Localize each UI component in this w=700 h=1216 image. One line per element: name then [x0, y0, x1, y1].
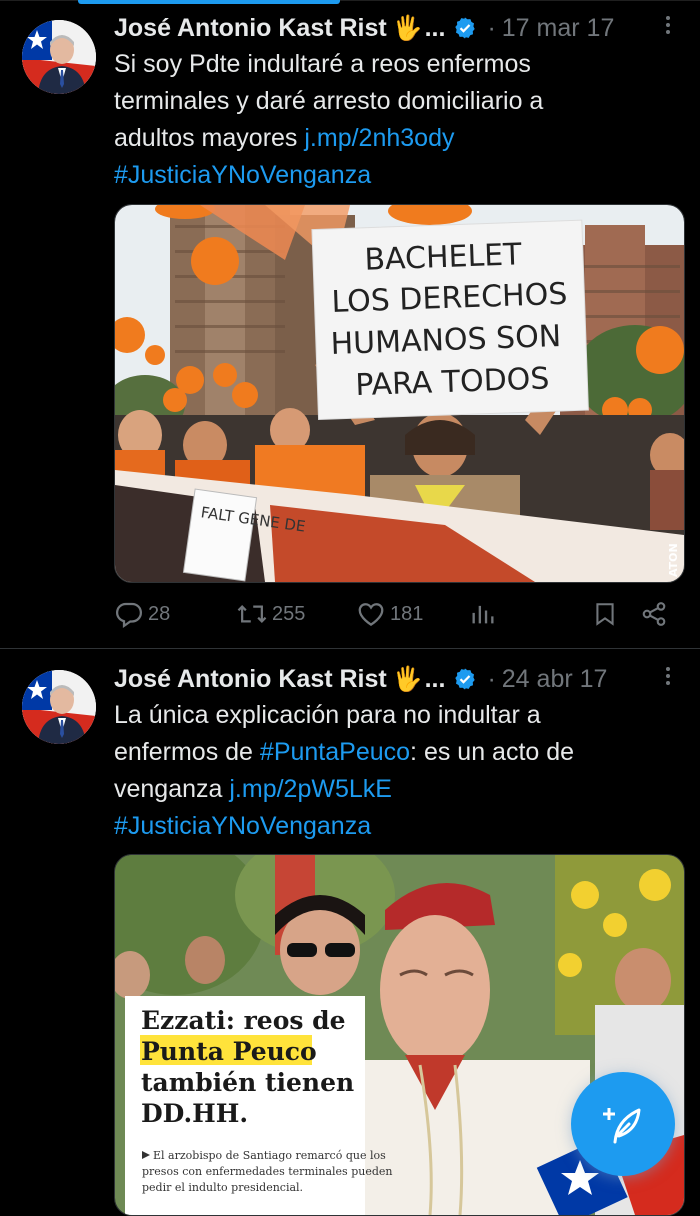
- share-icon: [642, 602, 666, 626]
- share-button[interactable]: [640, 596, 672, 632]
- author-name[interactable]: José Antonio Kast Rist: [114, 665, 387, 694]
- compose-icon: [603, 1108, 641, 1144]
- dot-separator: ·: [487, 13, 496, 42]
- headline-highlight: Punta Peuco: [141, 1037, 317, 1066]
- tweet[interactable]: José Antonio Kast Rist 🖐 ... · 17 mar 17…: [0, 0, 700, 649]
- hand-emoji: 🖐: [392, 665, 423, 693]
- tweet-text: Si soy Pdte indultaré a reos enfermos te…: [114, 46, 674, 194]
- tweet-text: La única explicación para no indultar a …: [114, 697, 674, 845]
- caption-line: presos con enfermedades terminales puede…: [142, 1165, 392, 1178]
- reply-button[interactable]: 28: [114, 596, 170, 632]
- tweet-text-line: terminales y daré arresto domiciliario a: [114, 87, 544, 115]
- sign-line: BACHELET: [364, 237, 523, 277]
- dot-separator: ·: [487, 664, 496, 693]
- like-count: 181: [390, 602, 424, 625]
- headline-line: DD.HH.: [141, 1099, 248, 1128]
- tweet-date[interactable]: 17 mar 17: [502, 14, 615, 43]
- avatar[interactable]: [22, 20, 96, 94]
- views-icon: [472, 605, 494, 624]
- reply-icon: [115, 602, 143, 629]
- protest-photo: FALT GENE DE BACHELET LOS DERECHOS HUMAN…: [115, 205, 684, 582]
- tweet-actions: 28 255 181: [114, 596, 674, 632]
- bookmark-icon: [596, 603, 614, 626]
- tweet-text-line: La única explicación para no indultar a: [114, 701, 541, 729]
- reply-count: 28: [148, 602, 171, 625]
- tweet-text-line: : es un acto de: [410, 738, 575, 766]
- retweet-button[interactable]: 255: [236, 596, 305, 632]
- tweet-text-line: adultos mayores: [114, 124, 305, 152]
- headline-line: Ezzati: reos de: [141, 1006, 346, 1035]
- tweet-text-line: enfermos de: [114, 738, 260, 766]
- tweet-link[interactable]: j.mp/2nh3ody: [304, 124, 454, 152]
- verified-icon: [453, 16, 477, 40]
- like-icon: [358, 603, 384, 626]
- tweet-text-line: Si soy Pdte indultaré a reos enfermos: [114, 50, 531, 78]
- views-button[interactable]: [469, 596, 501, 632]
- sign-line: PARA TODOS: [355, 361, 550, 403]
- hashtag-link[interactable]: #JusticiaYNoVenganza: [114, 808, 674, 845]
- hashtag-link[interactable]: #JusticiaYNoVenganza: [114, 157, 674, 194]
- name-ellipsis: ...: [424, 13, 446, 42]
- hashtag-link[interactable]: #PuntaPeuco: [260, 738, 410, 766]
- compose-button[interactable]: [571, 1072, 675, 1176]
- bookmark-button[interactable]: [592, 596, 622, 632]
- more-icon[interactable]: [664, 13, 672, 37]
- hand-emoji: 🖐: [392, 14, 423, 42]
- verified-icon: [453, 667, 477, 691]
- more-icon[interactable]: [664, 664, 672, 688]
- avatar[interactable]: [22, 670, 96, 744]
- photo-watermark: ATON: [667, 543, 680, 577]
- retweet-icon: [237, 605, 267, 623]
- headline-line: también tienen: [141, 1068, 354, 1097]
- tweet-link[interactable]: j.mp/2pW5LkE: [229, 775, 392, 803]
- like-button[interactable]: 181: [356, 596, 423, 632]
- name-ellipsis: ...: [424, 664, 446, 693]
- caption-line: El arzobispo de Santiago remarcó que los: [153, 1149, 386, 1162]
- caption-line: pedir el indulto presidencial.: [142, 1181, 303, 1194]
- tweet-header: José Antonio Kast Rist 🖐 ... · 17 mar 17: [114, 10, 700, 46]
- retweet-count: 255: [272, 602, 306, 625]
- author-name[interactable]: José Antonio Kast Rist: [114, 14, 387, 43]
- tweet-date[interactable]: 24 abr 17: [502, 665, 608, 694]
- tweet-header: José Antonio Kast Rist 🖐 ... · 24 abr 17: [114, 661, 700, 697]
- tweet-photo[interactable]: FALT GENE DE BACHELET LOS DERECHOS HUMAN…: [114, 204, 685, 583]
- tweet-text-line: venganza: [114, 775, 230, 803]
